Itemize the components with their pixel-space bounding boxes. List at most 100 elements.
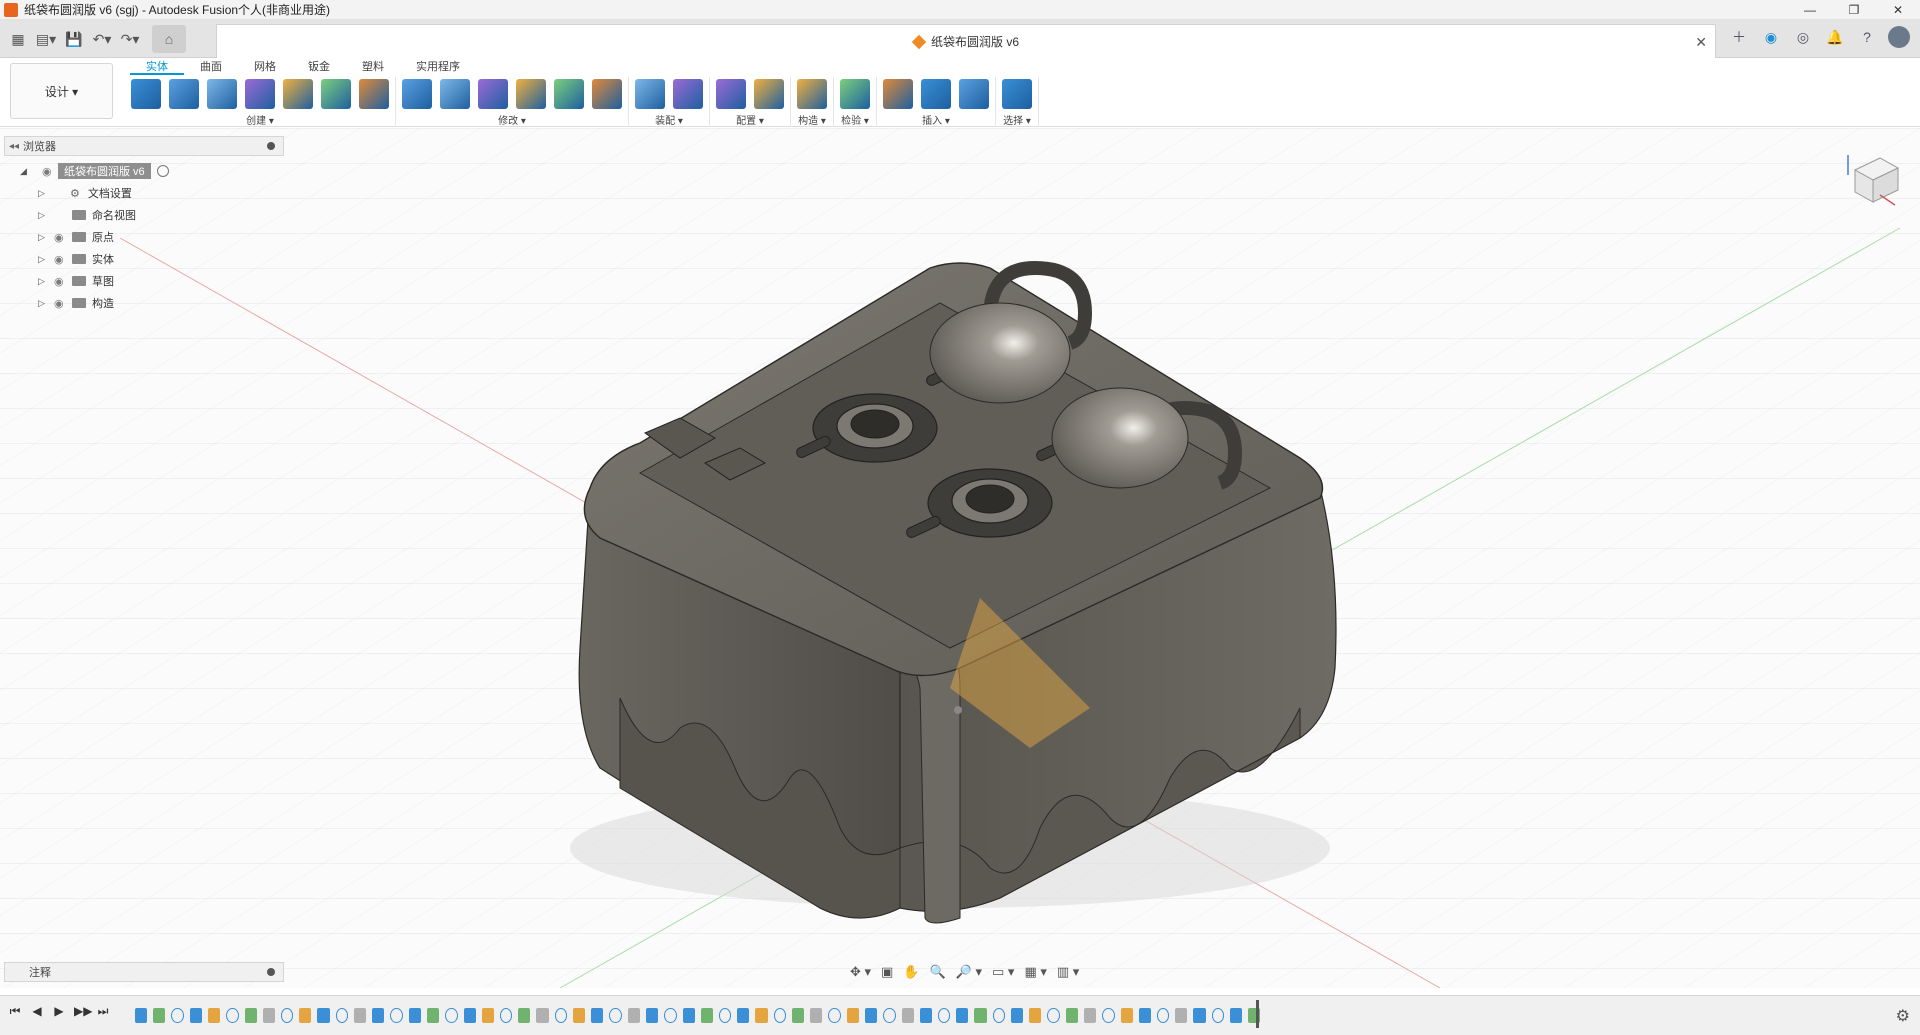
minimize-button[interactable]: — — [1788, 0, 1832, 20]
document-tab[interactable]: 纸袋布圆润版 v6 ✕ — [216, 24, 1716, 58]
timeline-feature[interactable] — [1175, 1007, 1188, 1023]
expand-icon[interactable]: ▷ — [38, 276, 50, 287]
nav-tool-3[interactable]: 🔍 — [930, 964, 946, 980]
notes-panel-header[interactable]: 注释 — [4, 962, 284, 982]
timeline-feature[interactable] — [718, 1007, 732, 1023]
expand-icon[interactable]: ▷ — [38, 188, 50, 199]
ribbon-tab-0[interactable]: 实体 — [130, 59, 184, 75]
joint-icon[interactable] — [673, 78, 703, 109]
ribbon-group-label[interactable]: 装配 ▾ — [655, 112, 683, 127]
timeline-feature[interactable] — [1230, 1007, 1243, 1023]
insert-image-icon[interactable] — [959, 78, 989, 109]
nav-tool-2[interactable]: ✋ — [903, 964, 919, 980]
tree-root-row[interactable]: ◢ ◉ 纸袋布圆润版 v6 — [4, 160, 264, 182]
tree-item[interactable]: ▷ ◉ 草图 — [4, 270, 264, 292]
timeline-feature[interactable] — [1138, 1007, 1151, 1023]
extrude-icon[interactable] — [169, 78, 199, 109]
collapse-root-icon[interactable]: ◢ — [20, 166, 32, 177]
timeline-feature[interactable] — [1156, 1007, 1170, 1023]
timeline-feature[interactable] — [481, 1007, 494, 1023]
tree-item[interactable]: ▷ ⚙ 文档设置 — [4, 182, 264, 204]
timeline-feature[interactable] — [627, 1007, 640, 1023]
workspace-switcher[interactable]: 设计 ▾ — [10, 63, 113, 119]
ribbon-tab-5[interactable]: 实用程序 — [400, 59, 476, 75]
split-icon[interactable] — [554, 78, 584, 109]
undo-icon[interactable]: ↶▾ — [90, 27, 114, 51]
visibility-eye-icon[interactable]: ◉ — [54, 231, 70, 244]
timeline-feature[interactable] — [737, 1007, 750, 1023]
timeline-feature[interactable] — [755, 1007, 768, 1023]
timeline-control-0[interactable]: ⏮ — [8, 1004, 22, 1019]
tree-item[interactable]: ▷ ◉ 原点 — [4, 226, 264, 248]
move-icon[interactable] — [592, 78, 622, 109]
browser-panel-header[interactable]: ◂◂ 浏览器 — [4, 136, 284, 156]
nav-tool-7[interactable]: ▥ ▾ — [1057, 964, 1079, 980]
timeline-feature[interactable] — [499, 1007, 513, 1023]
timeline-feature[interactable] — [682, 1007, 695, 1023]
timeline-feature[interactable] — [846, 1007, 859, 1023]
timeline-feature[interactable] — [609, 1007, 622, 1023]
timeline-feature[interactable] — [317, 1007, 330, 1023]
ribbon-group-label[interactable]: 选择 ▾ — [1003, 112, 1031, 127]
user-avatar[interactable] — [1888, 26, 1910, 48]
ribbon-group-label[interactable]: 配置 ▾ — [736, 112, 764, 127]
timeline-feature[interactable] — [171, 1007, 184, 1023]
timeline-feature[interactable] — [390, 1007, 403, 1023]
timeline-feature[interactable] — [1029, 1007, 1042, 1023]
timeline-control-2[interactable]: ▶ — [52, 1004, 66, 1019]
online-status-icon[interactable]: ◉ — [1760, 26, 1782, 48]
surface-icon[interactable] — [359, 78, 389, 109]
visibility-eye-icon[interactable]: ◉ — [54, 297, 70, 310]
activate-radio[interactable] — [156, 165, 169, 177]
select-icon[interactable] — [1002, 78, 1032, 109]
timeline-feature[interactable] — [901, 1007, 914, 1023]
tree-item[interactable]: ▷ ◉ 实体 — [4, 248, 264, 270]
ribbon-group-label[interactable]: 构造 ▾ — [798, 112, 826, 127]
timeline-feature[interactable] — [518, 1007, 531, 1023]
close-window-button[interactable]: ✕ — [1876, 0, 1920, 20]
timeline-feature[interactable] — [1120, 1007, 1133, 1023]
timeline-control-1[interactable]: ◀ — [30, 1004, 44, 1019]
insert-link-icon[interactable] — [883, 78, 913, 109]
expand-icon[interactable]: ▷ — [38, 254, 50, 265]
timeline-feature[interactable] — [883, 1007, 896, 1023]
timeline-feature[interactable] — [1211, 1007, 1224, 1023]
timeline-feature[interactable] — [591, 1007, 604, 1023]
canvas-viewport[interactable] — [0, 128, 1920, 988]
timeline-feature[interactable] — [354, 1007, 367, 1023]
table-icon[interactable] — [754, 78, 784, 109]
form-icon[interactable] — [321, 78, 351, 109]
timeline-feature[interactable] — [1011, 1007, 1024, 1023]
timeline-feature[interactable] — [536, 1007, 549, 1023]
timeline-feature[interactable] — [700, 1007, 713, 1023]
tree-item[interactable]: ▷ ◉ 构造 — [4, 292, 264, 314]
nav-tool-6[interactable]: ▦ ▾ — [1024, 964, 1046, 980]
close-tab-icon[interactable]: ✕ — [1695, 34, 1707, 51]
timeline-settings-icon[interactable]: ⚙ — [1896, 1006, 1910, 1026]
timeline-feature[interactable] — [244, 1007, 257, 1023]
ribbon-tab-4[interactable]: 塑料 — [346, 59, 400, 75]
timeline-track[interactable] — [135, 1002, 1261, 1028]
visibility-eye-icon[interactable]: ◉ — [42, 165, 58, 178]
timeline-feature[interactable] — [226, 1007, 239, 1023]
hole-icon[interactable] — [245, 78, 275, 109]
timeline-feature[interactable] — [645, 1007, 658, 1023]
timeline-feature[interactable] — [664, 1007, 677, 1023]
file-menu-icon[interactable]: ▤▾ — [34, 27, 58, 51]
design-canvas[interactable] — [0, 128, 1920, 988]
notifications-icon[interactable]: 🔔 — [1824, 26, 1846, 48]
sketch-icon[interactable] — [131, 78, 161, 109]
view-cube[interactable] — [1840, 150, 1900, 210]
home-icon[interactable]: ⌂ — [152, 25, 186, 53]
timeline-feature[interactable] — [1047, 1007, 1060, 1023]
timeline-feature[interactable] — [810, 1007, 823, 1023]
timeline-feature[interactable] — [1102, 1007, 1115, 1023]
expand-icon[interactable]: ▷ — [38, 298, 50, 309]
config-icon[interactable] — [716, 78, 746, 109]
timeline-control-3[interactable]: ▶▶ — [74, 1004, 92, 1019]
timeline-feature[interactable] — [974, 1007, 987, 1023]
expand-icon[interactable]: ▷ — [38, 232, 50, 243]
restore-button[interactable]: ❐ — [1832, 0, 1876, 20]
save-icon[interactable]: 💾 — [62, 27, 86, 51]
timeline-feature[interactable] — [1193, 1007, 1206, 1023]
